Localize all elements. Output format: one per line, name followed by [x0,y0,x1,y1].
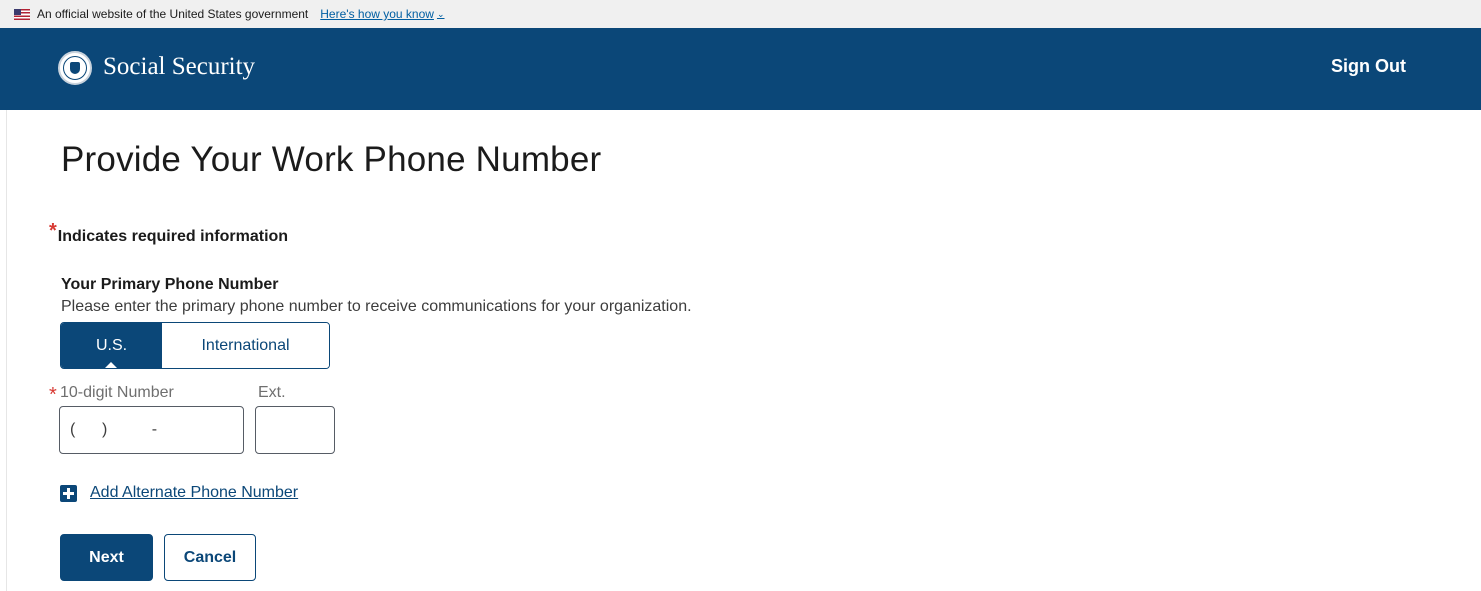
phone-type-toggle: U.S. International [60,322,330,369]
heres-how-you-know-link[interactable]: Here's how you know ⌄ [320,7,444,21]
toggle-us-button[interactable]: U.S. [61,323,162,368]
required-note: *Indicates required information [49,220,289,247]
phone-number-input[interactable] [59,406,244,454]
next-button[interactable]: Next [60,534,153,581]
chevron-down-icon[interactable]: ⌄ [437,9,445,20]
sign-out-link[interactable]: Sign Out [1331,56,1406,77]
extension-label: Ext. [258,384,286,401]
primary-phone-hint: Please enter the primary phone number to… [61,298,692,315]
required-note-text: Indicates required information [57,228,289,245]
us-flag-icon [14,8,30,20]
add-alternate-phone-label[interactable]: Add Alternate Phone Number [90,484,298,502]
page-title: Provide Your Work Phone Number [61,140,602,179]
site-header: Social Security Sign Out [0,28,1481,110]
heres-how-you-know-label[interactable]: Here's how you know [320,7,434,21]
phone-number-label: 10-digit Number [60,384,174,401]
ssa-seal-icon[interactable] [58,51,92,85]
page-divider [6,110,7,591]
add-alternate-phone-link[interactable]: Add Alternate Phone Number [60,484,298,502]
number-required-star: * [49,384,57,406]
required-star: * [49,220,57,242]
brand-name[interactable]: Social Security [103,53,255,81]
extension-input[interactable] [255,406,335,454]
plus-square-icon[interactable] [60,484,77,502]
cancel-button[interactable]: Cancel [164,534,256,581]
toggle-international-button[interactable]: International [162,323,329,368]
gov-banner: An official website of the United States… [0,0,1481,28]
primary-phone-label: Your Primary Phone Number [61,276,279,293]
gov-banner-text: An official website of the United States… [37,7,309,21]
